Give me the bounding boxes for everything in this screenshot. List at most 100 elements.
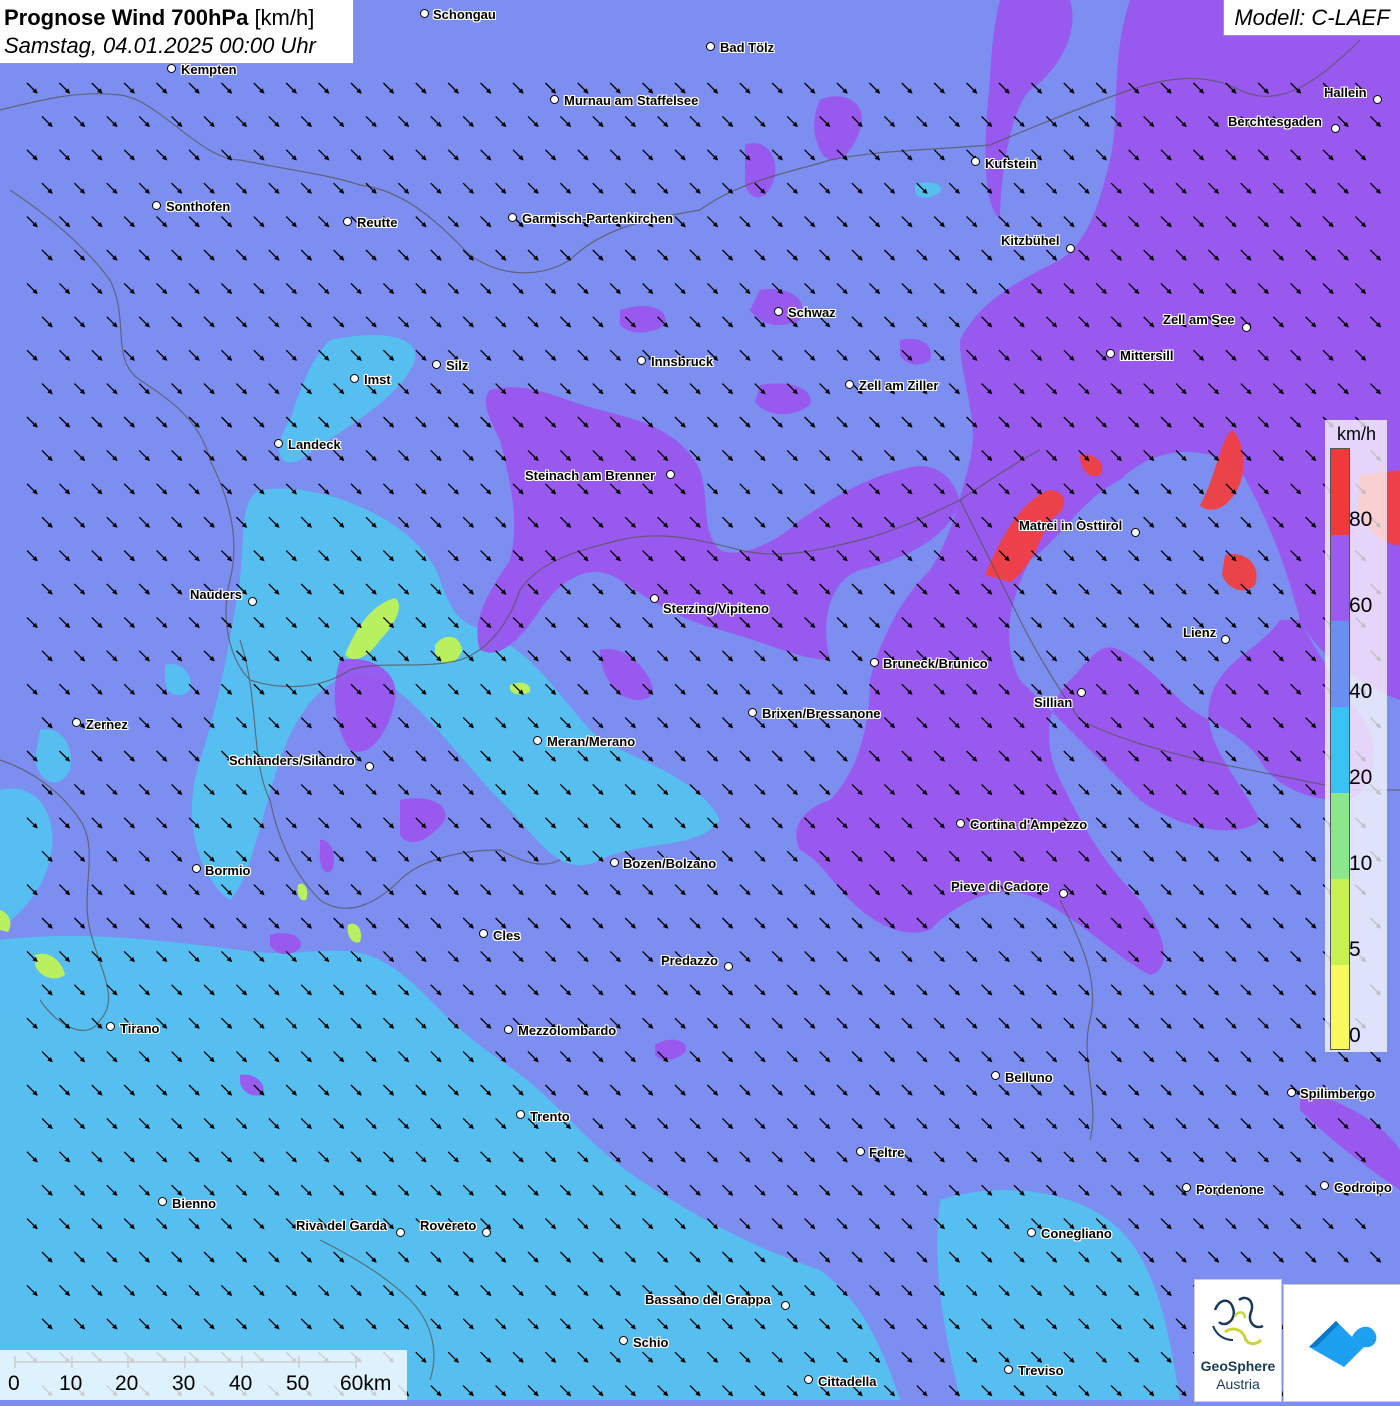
legend-unit: km/h	[1337, 424, 1377, 444]
scale-label: 40	[229, 1372, 253, 1395]
city-marker	[504, 1025, 513, 1034]
city-marker	[971, 157, 980, 166]
city-label: Murnau am Staffelsee	[564, 93, 699, 108]
city-label: Bozen/Bolzano	[623, 856, 717, 871]
city-marker	[781, 1301, 790, 1310]
city-marker	[1182, 1183, 1191, 1192]
city-marker	[158, 1197, 167, 1206]
legend-color-bar	[1330, 448, 1350, 1050]
city-label: Bruneck/Brunico	[883, 656, 988, 671]
city-label: Riva del Garda	[296, 1218, 388, 1233]
city-label: Trento	[530, 1109, 570, 1124]
logo-sub: Austria	[1216, 1376, 1260, 1392]
legend-swatch	[1331, 965, 1349, 1049]
city-label: Matrei in Osttirol	[1019, 518, 1123, 533]
city-label: Garmisch-Partenkirchen	[522, 211, 674, 226]
title-unit: [km/h]	[254, 5, 315, 30]
legend-swatch	[1331, 449, 1349, 535]
city-label: Cittadella	[818, 1374, 877, 1389]
city-label: Schlanders/Silandro	[229, 753, 355, 768]
city-label: Berchtesgaden	[1228, 114, 1322, 129]
city-label: Codroipo	[1334, 1180, 1392, 1195]
city-marker	[516, 1110, 525, 1119]
city-marker	[1331, 124, 1340, 133]
city-label: Pordenone	[1196, 1182, 1264, 1197]
city-label: Kufstein	[985, 156, 1037, 171]
city-label: Feltre	[869, 1145, 905, 1160]
city-marker	[1131, 528, 1140, 537]
city-marker	[350, 374, 359, 383]
city-label: Spilimbergo	[1300, 1086, 1376, 1101]
legend-label: 10	[1349, 852, 1373, 875]
city-marker	[1077, 688, 1086, 697]
city-marker	[248, 597, 257, 606]
legend-swatch	[1331, 707, 1349, 793]
city-marker	[610, 858, 619, 867]
city-label: Mezzolombardo	[518, 1023, 617, 1038]
city-label: Cles	[493, 928, 521, 943]
city-marker	[1004, 1365, 1013, 1374]
city-marker	[724, 962, 733, 971]
city-label: Predazzo	[661, 953, 719, 968]
city-marker	[106, 1022, 115, 1031]
city-marker	[1287, 1088, 1296, 1097]
city-marker	[666, 470, 675, 479]
city-marker	[482, 1228, 491, 1237]
legend-label: 5	[1349, 938, 1361, 961]
forecast-datetime: Samstag, 04.01.2025 00:00 Uhr	[4, 33, 316, 58]
city-label: Zell am Ziller	[859, 378, 939, 393]
legend-label: 0	[1349, 1024, 1361, 1047]
city-marker	[1221, 635, 1230, 644]
city-label: Pieve di Cadore	[951, 879, 1049, 894]
city-marker	[856, 1147, 865, 1156]
geosphere-logo[interactable]: GeoSphere Austria	[1194, 1279, 1282, 1402]
city-label: Cortina d'Ampezzo	[970, 817, 1088, 832]
city-label: Treviso	[1018, 1363, 1064, 1378]
geosphere-emblem-icon	[1212, 1296, 1264, 1346]
city-marker	[72, 718, 81, 727]
scale-label: 0	[8, 1372, 20, 1395]
city-label: Bad Tölz	[720, 40, 775, 55]
city-label: Schongau	[433, 7, 496, 22]
title-box: Prognose Wind 700hPa [km/h] Samstag, 04.…	[0, 0, 354, 64]
city-marker	[533, 736, 542, 745]
city-marker	[1373, 95, 1382, 104]
legend-label: 40	[1349, 680, 1373, 703]
city-label: Lienz	[1183, 625, 1217, 640]
city-marker	[870, 658, 879, 667]
scale-label: 60km	[340, 1372, 392, 1395]
city-label: Zell am See	[1163, 312, 1235, 327]
legend-label: 80	[1349, 508, 1373, 531]
city-marker	[748, 708, 757, 717]
legend-swatch	[1331, 535, 1349, 621]
model-label: Modell: C-LAEF	[1223, 0, 1400, 36]
city-marker	[396, 1228, 405, 1237]
city-marker	[804, 1375, 813, 1384]
city-label: Sillian	[1034, 695, 1073, 710]
app-logo[interactable]	[1283, 1284, 1400, 1402]
city-label: Conegliano	[1041, 1226, 1112, 1241]
logo-name: GeoSphere	[1200, 1358, 1276, 1374]
city-label: Schwaz	[788, 305, 836, 320]
city-label: Rovereto	[420, 1218, 477, 1233]
city-marker	[637, 356, 646, 365]
city-marker	[508, 213, 517, 222]
city-label: Steinach am Brenner	[525, 468, 656, 483]
legend-swatch	[1331, 621, 1349, 707]
city-label: Sterzing/Vipiteno	[663, 601, 769, 616]
city-marker	[343, 217, 352, 226]
scale-label: 10	[59, 1372, 83, 1395]
city-marker	[192, 864, 201, 873]
city-label: Schio	[633, 1335, 669, 1350]
city-marker	[1059, 889, 1068, 898]
legend-swatch	[1331, 793, 1349, 879]
city-marker	[1242, 323, 1251, 332]
city-label: Kitzbühel	[1001, 233, 1060, 248]
map-title: Prognose Wind 700hPa [km/h]	[4, 5, 314, 31]
city-label: Bassano del Grappa	[645, 1292, 771, 1307]
title-main: Prognose Wind 700hPa	[4, 5, 249, 30]
city-label: Hallein	[1324, 85, 1367, 100]
city-marker	[432, 360, 441, 369]
city-marker	[365, 762, 374, 771]
city-label: Mittersill	[1120, 348, 1174, 363]
